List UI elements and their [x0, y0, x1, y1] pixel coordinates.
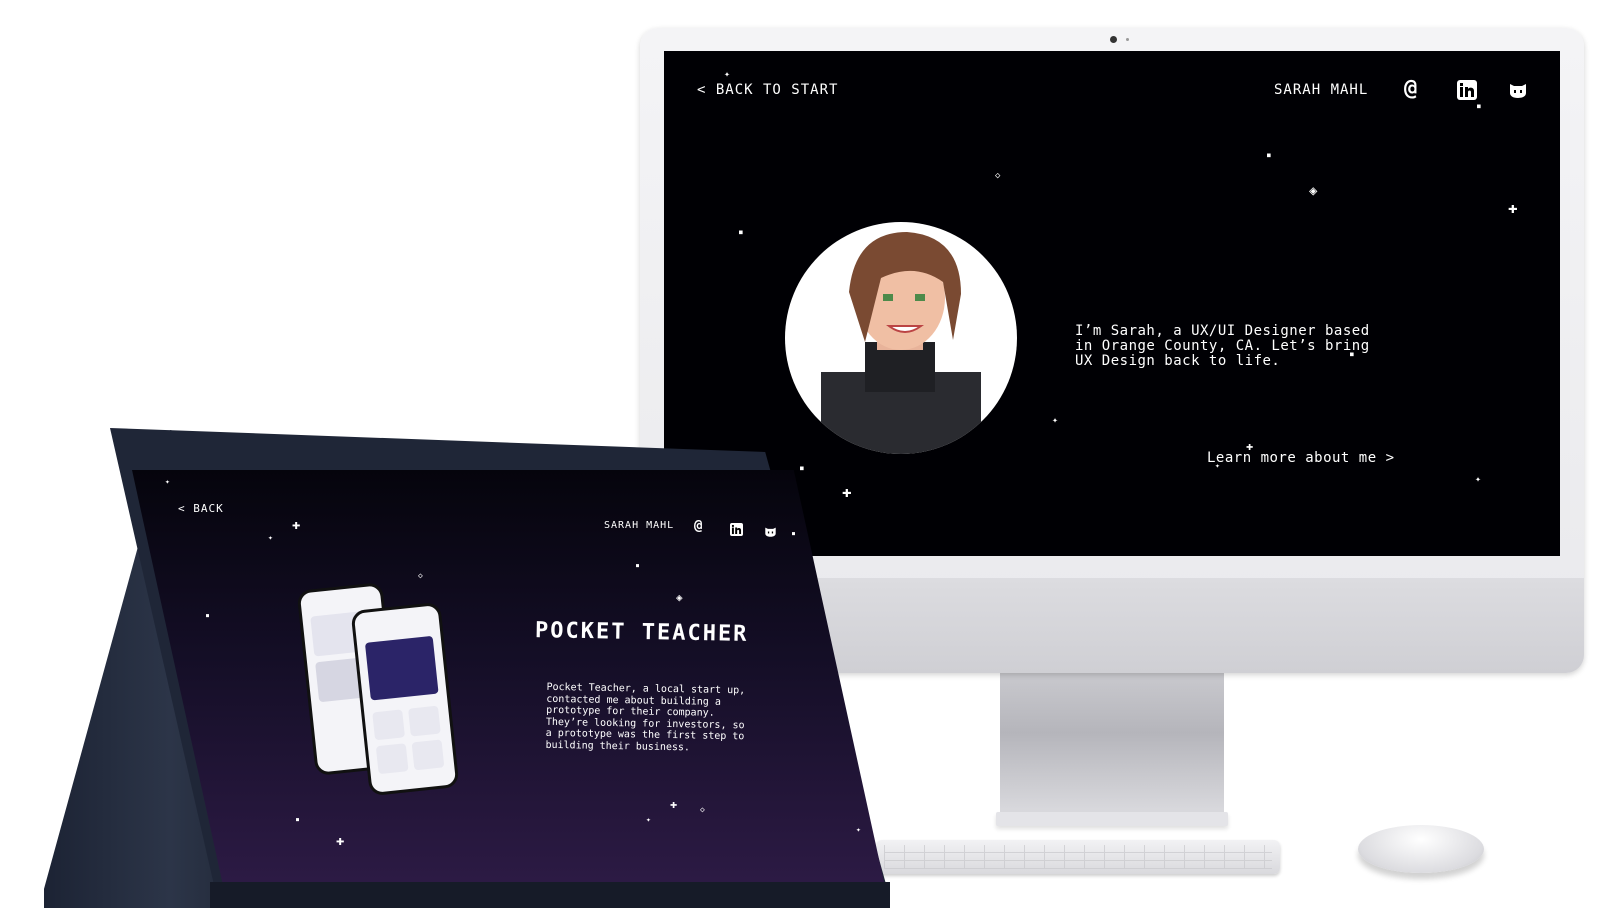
chevron-left-icon: < [697, 82, 716, 98]
imac-foot [996, 812, 1228, 826]
learn-more-link[interactable]: Learn more about me > [1207, 450, 1395, 466]
star-icon: ✦ [856, 825, 861, 834]
star-icon: ✚ [292, 517, 301, 533]
mouse [1358, 825, 1484, 873]
star-icon: ✦ [1215, 461, 1220, 470]
imac-stand [1000, 673, 1224, 823]
laptop-edge [210, 882, 890, 908]
star-icon: ■ [800, 465, 804, 472]
avatar [785, 222, 1017, 454]
star-icon: ◇ [995, 171, 1001, 181]
star-icon: ✚ [336, 833, 345, 849]
star-icon: ◇ [418, 571, 423, 580]
site-name: SARAH MAHL [604, 520, 675, 531]
back-link[interactable]: < BACK [178, 502, 224, 515]
star-icon: ■ [636, 563, 640, 569]
star-icon: ✦ [1475, 474, 1482, 485]
star-icon: ✦ [165, 477, 170, 486]
chevron-right-icon: > [1376, 450, 1395, 466]
star-icon: ✦ [646, 815, 651, 824]
site-name: SARAH MAHL [1274, 82, 1369, 98]
project-title: POCKET TEACHER [534, 618, 749, 647]
back-to-start-link[interactable]: < BACK TO START [697, 82, 838, 98]
project-description: Pocket Teacher, a local start up, contac… [545, 681, 746, 753]
at-icon[interactable]: @ [1404, 76, 1417, 101]
star-icon: ✚ [842, 482, 852, 501]
star-icon: ✦ [724, 69, 731, 80]
star-icon: ✚ [1508, 198, 1518, 217]
github-icon[interactable] [1508, 80, 1528, 104]
sensor-dot [1126, 38, 1129, 41]
star-icon: ■ [739, 229, 743, 236]
star-icon: ■ [206, 613, 210, 619]
linkedin-icon[interactable] [730, 521, 743, 540]
star-icon: ◈ [1309, 183, 1318, 199]
at-icon[interactable]: @ [694, 518, 702, 534]
star-icon: ✦ [1052, 415, 1059, 426]
bio-text: I’m Sarah, a UX/UI Designer based in Ora… [1075, 323, 1370, 369]
camera-icon [1110, 36, 1117, 43]
star-icon: ◈ [676, 591, 683, 604]
star-icon: ■ [1267, 152, 1271, 159]
linkedin-icon[interactable] [1457, 80, 1477, 104]
chevron-left-icon: < [178, 502, 194, 515]
phone-mockup-front [350, 601, 460, 797]
star-icon: ■ [1350, 351, 1354, 358]
keyboard [876, 840, 1280, 874]
star-icon: ✚ [1246, 439, 1254, 453]
star-icon: ■ [296, 817, 300, 823]
star-icon: ✦ [268, 533, 273, 542]
star-icon: ◇ [700, 805, 705, 814]
star-icon: ■ [792, 531, 796, 537]
github-icon[interactable] [764, 523, 777, 542]
star-icon: ■ [1477, 103, 1481, 110]
star-icon: ✚ [670, 797, 678, 811]
